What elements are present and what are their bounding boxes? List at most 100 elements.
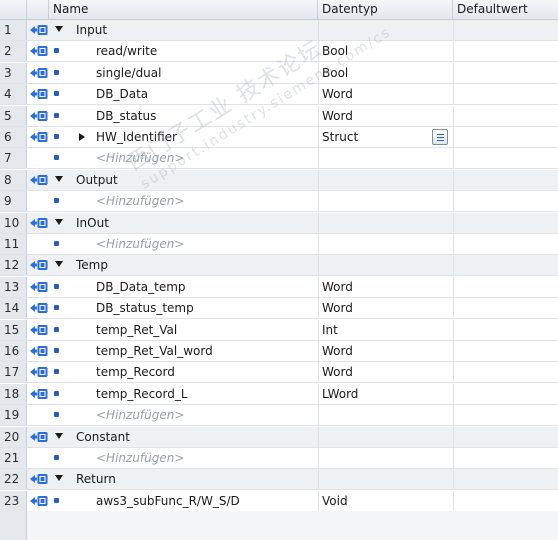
column-separator (318, 169, 319, 190)
expand-triangle-icon[interactable] (55, 261, 63, 268)
section-row[interactable]: 12 Temp (0, 255, 558, 277)
datatype-cell[interactable]: Bool (322, 63, 348, 83)
row-number[interactable]: 13 (0, 276, 27, 297)
interface-arrow-icon (30, 281, 48, 292)
row-number[interactable]: 21 (0, 448, 27, 468)
datatype-cell[interactable]: Int (322, 320, 338, 340)
row-number[interactable]: 5 (0, 105, 27, 126)
table-row[interactable]: 15 temp_Ret_Val Int (0, 319, 558, 341)
table-row[interactable]: 16 temp_Ret_Val_word Word (0, 341, 558, 362)
datatype-cell[interactable]: Word (322, 277, 353, 297)
variable-name[interactable]: Input (76, 20, 107, 40)
variable-name[interactable]: read/write (96, 41, 157, 61)
row-number[interactable]: 3 (0, 62, 27, 83)
table-row[interactable]: 21 <Hinzufügen> (0, 448, 558, 469)
variable-name[interactable]: Output (76, 170, 118, 190)
row-number[interactable]: 19 (0, 405, 27, 426)
row-number[interactable]: 7 (0, 148, 27, 169)
column-separator (318, 20, 319, 40)
row-number[interactable]: 8 (0, 169, 27, 190)
add-entry-placeholder[interactable]: <Hinzufügen> (96, 405, 184, 425)
table-row[interactable]: 11 <Hinzufügen> (0, 234, 558, 255)
interface-arrow-icon (30, 46, 48, 57)
add-entry-placeholder[interactable]: <Hinzufügen> (96, 191, 184, 211)
table-row[interactable]: 19 <Hinzufügen> (0, 405, 558, 427)
row-number[interactable]: 10 (0, 212, 27, 233)
variable-name[interactable]: temp_Record (96, 362, 175, 382)
variable-name[interactable]: DB_Data_temp (96, 277, 186, 297)
variable-name[interactable]: Constant (76, 427, 130, 447)
variable-name[interactable]: temp_Ret_Val (96, 320, 177, 340)
table-row[interactable]: 3 single/dual Bool (0, 62, 558, 84)
variable-name[interactable]: temp_Record_L (96, 384, 188, 404)
datatype-cell[interactable]: Bool (322, 41, 348, 61)
row-number[interactable]: 17 (0, 362, 27, 383)
section-row[interactable]: 22 Return (0, 469, 558, 491)
datatype-cell[interactable]: LWord (322, 384, 358, 404)
row-number[interactable]: 14 (0, 298, 27, 319)
row-number[interactable]: 16 (0, 341, 27, 361)
column-separator (318, 319, 319, 340)
column-separator (453, 319, 454, 340)
variable-name[interactable]: single/dual (96, 63, 161, 83)
row-number[interactable]: 23 (0, 490, 27, 511)
table-row[interactable]: 18 temp_Record_L LWord (0, 383, 558, 405)
variable-name[interactable]: DB_Data (96, 84, 148, 104)
variable-name[interactable]: DB_status_temp (96, 298, 194, 318)
row-number[interactable]: 6 (0, 127, 27, 147)
expand-triangle-icon[interactable] (55, 218, 63, 225)
row-number[interactable]: 15 (0, 319, 27, 340)
table-row[interactable]: 5 DB_status Word (0, 105, 558, 127)
variable-name[interactable]: Return (76, 469, 116, 489)
datatype-cell[interactable]: Word (322, 84, 353, 104)
section-row[interactable]: 1 Input (0, 20, 558, 41)
column-separator (318, 255, 319, 276)
struct-details-button[interactable] (432, 129, 448, 145)
table-row[interactable]: 17 temp_Record Word (0, 362, 558, 384)
section-row[interactable]: 20 Constant (0, 426, 558, 448)
expand-triangle-icon[interactable] (55, 26, 63, 32)
row-number[interactable]: 18 (0, 383, 27, 404)
header-name[interactable]: Name (49, 0, 318, 19)
expand-triangle-icon[interactable] (55, 475, 63, 482)
section-row[interactable]: 10 InOut (0, 212, 558, 234)
row-number[interactable]: 11 (0, 234, 27, 254)
table-row[interactable]: 6 HW_Identifier Struct (0, 127, 558, 148)
datatype-cell[interactable]: Void (322, 491, 348, 511)
add-entry-placeholder[interactable]: <Hinzufügen> (96, 234, 184, 254)
variable-name[interactable]: InOut (76, 213, 109, 233)
row-number[interactable]: 1 (0, 20, 27, 40)
collapse-triangle-icon[interactable] (79, 133, 85, 141)
bullet-icon (54, 134, 59, 139)
table-row[interactable]: 2 read/write Bool (0, 41, 558, 63)
variable-name[interactable]: temp_Ret_Val_word (96, 341, 213, 361)
section-row[interactable]: 8 Output (0, 169, 558, 191)
datatype-cell[interactable]: Struct (322, 127, 358, 147)
row-number[interactable]: 2 (0, 41, 27, 62)
variable-name[interactable]: HW_Identifier (96, 127, 177, 147)
variable-name[interactable]: Temp (76, 255, 108, 275)
row-number[interactable]: 4 (0, 84, 27, 105)
expand-triangle-icon[interactable] (55, 432, 63, 439)
expand-triangle-icon[interactable] (55, 175, 63, 182)
datatype-cell[interactable]: Word (322, 298, 353, 318)
table-row[interactable]: 7 <Hinzufügen> (0, 148, 558, 170)
add-entry-placeholder[interactable]: <Hinzufügen> (96, 448, 184, 468)
header-default[interactable]: Defaultwert (453, 0, 558, 19)
datatype-cell[interactable]: Word (322, 341, 353, 361)
add-entry-placeholder[interactable]: <Hinzufügen> (96, 148, 184, 168)
datatype-cell[interactable]: Word (322, 106, 353, 126)
row-number[interactable]: 20 (0, 426, 27, 447)
variable-name[interactable]: aws3_subFunc_R/W_S/D (96, 491, 240, 511)
table-row[interactable]: 14 DB_status_temp Word (0, 298, 558, 320)
header-datatype[interactable]: Datentyp (318, 0, 453, 19)
table-row[interactable]: 4 DB_Data Word (0, 84, 558, 106)
variable-name[interactable]: DB_status (96, 106, 156, 126)
row-number[interactable]: 9 (0, 191, 27, 212)
table-row[interactable]: 23 aws3_subFunc_R/W_S/D Void (0, 490, 558, 512)
row-number[interactable]: 22 (0, 469, 27, 490)
table-row[interactable]: 13 DB_Data_temp Word (0, 276, 558, 298)
row-number[interactable]: 12 (0, 255, 27, 276)
table-row[interactable]: 9 <Hinzufügen> (0, 191, 558, 213)
datatype-cell[interactable]: Word (322, 362, 353, 382)
